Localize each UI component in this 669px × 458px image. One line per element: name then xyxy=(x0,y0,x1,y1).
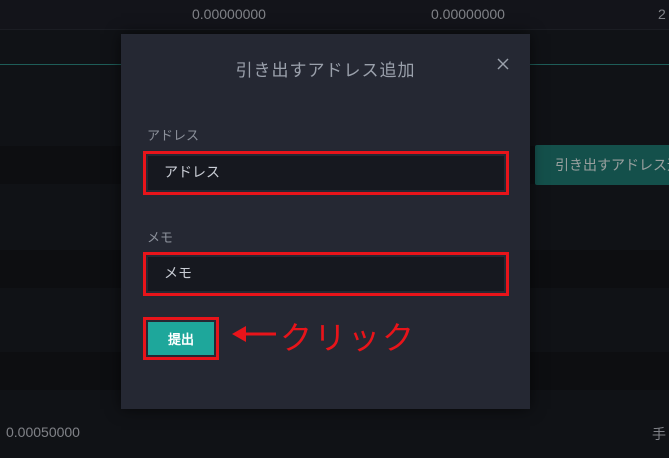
close-icon[interactable] xyxy=(493,54,513,74)
address-label: アドレス xyxy=(147,129,200,144)
click-annotation: クリック xyxy=(232,313,416,359)
memo-field-highlight xyxy=(143,252,509,296)
annotation-text: クリック xyxy=(280,319,417,357)
memo-input[interactable] xyxy=(148,257,504,291)
submit-highlight: 提出 xyxy=(143,317,219,360)
submit-button[interactable]: 提出 xyxy=(148,322,214,355)
memo-label: メモ xyxy=(147,231,174,246)
address-input[interactable] xyxy=(148,156,504,190)
address-field-highlight xyxy=(143,151,509,195)
left-arrow-icon xyxy=(232,324,276,348)
modal-title: 引き出すアドレス追加 xyxy=(235,61,416,81)
